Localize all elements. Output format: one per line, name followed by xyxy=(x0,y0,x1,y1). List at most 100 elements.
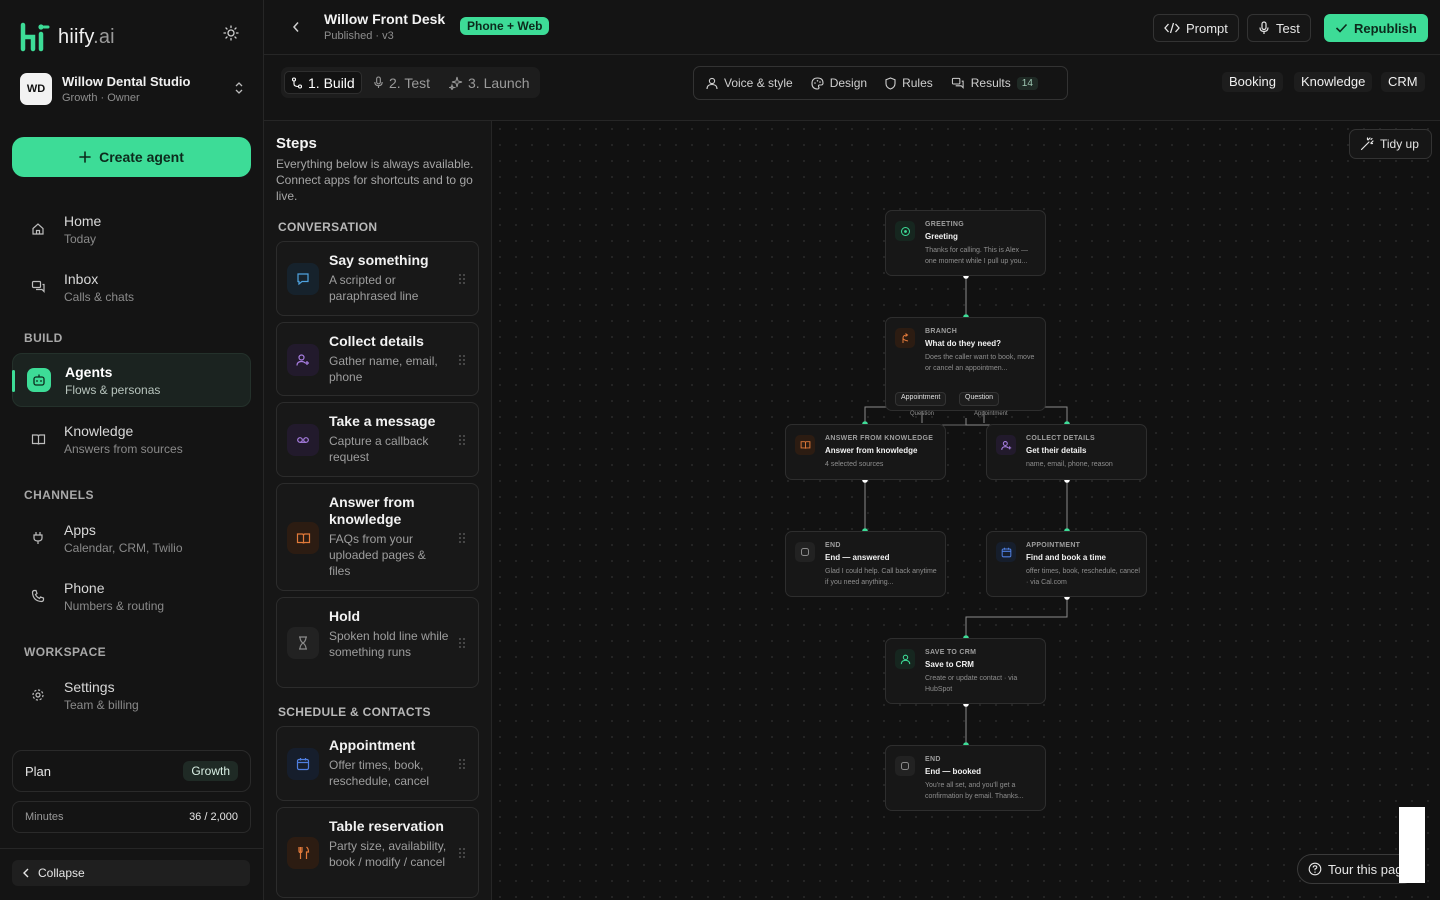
flow-node-collect-details[interactable]: COLLECT DETAILS Get their details name, … xyxy=(986,424,1147,480)
design-tab[interactable]: Design xyxy=(811,76,867,90)
calendar-icon xyxy=(287,748,319,780)
step-card-say-something[interactable]: Say something A scripted or paraphrased l… xyxy=(276,241,479,316)
sun-icon xyxy=(223,25,239,41)
sidebar-item-inbox[interactable]: Inbox Calls & chats xyxy=(12,260,251,314)
rules-tab[interactable]: Rules xyxy=(885,76,933,90)
brand-logo[interactable]: hiify.ai xyxy=(20,22,115,52)
rules-label: Rules xyxy=(902,76,933,90)
tag-knowledge[interactable]: Knowledge xyxy=(1294,72,1373,92)
step-card-appointment[interactable]: Appointment Offer times, book, reschedule… xyxy=(276,726,479,801)
overlay-panel-edge xyxy=(1399,807,1425,883)
sidebar-item-phone[interactable]: Phone Numbers & routing xyxy=(12,569,251,623)
node-desc: 4 selected sources xyxy=(825,461,884,468)
branch-option-appointment[interactable]: Appointment xyxy=(895,392,947,406)
workspace-avatar: WD xyxy=(20,73,52,105)
collapse-button[interactable]: Collapse xyxy=(12,860,250,886)
drag-handle-icon[interactable] xyxy=(458,847,466,859)
step-card-desc: Offer times, book, reschedule, cancel xyxy=(329,758,430,788)
sidebar-item-sub: Answers from sources xyxy=(64,441,183,456)
gear-icon xyxy=(26,683,50,707)
drag-handle-icon[interactable] xyxy=(458,758,466,770)
sidebar-item-home[interactable]: Home Today xyxy=(12,202,251,256)
republish-button[interactable]: Republish xyxy=(1324,14,1428,42)
node-title: End — booked xyxy=(925,767,981,776)
drag-handle-icon[interactable] xyxy=(458,532,466,544)
theme-toggle-button[interactable] xyxy=(220,22,242,44)
plan-card[interactable]: Plan Growth xyxy=(12,750,251,792)
user-icon xyxy=(706,77,718,89)
create-agent-button[interactable]: Create agent xyxy=(12,137,251,177)
results-count-badge: 14 xyxy=(1016,76,1038,90)
step-card-hold[interactable]: Hold Spoken hold line while something run… xyxy=(276,597,479,688)
step-card-title: Say something xyxy=(329,252,429,268)
step-test-tab[interactable]: 2. Test xyxy=(367,71,436,94)
back-button[interactable] xyxy=(288,18,304,36)
test-button[interactable]: Test xyxy=(1247,14,1311,42)
branch-icon xyxy=(895,328,915,348)
drag-handle-icon[interactable] xyxy=(458,434,466,446)
chat-icon xyxy=(26,275,50,299)
results-label: Results xyxy=(970,76,1011,90)
active-indicator xyxy=(12,370,15,392)
collapse-row: Collapse xyxy=(0,848,263,900)
drag-handle-icon[interactable] xyxy=(458,273,466,285)
sidebar-item-apps[interactable]: Apps Calendar, CRM, Twilio xyxy=(12,511,251,565)
robot-icon xyxy=(27,368,51,392)
step-card-collect-details[interactable]: Collect details Gather name, email, phone xyxy=(276,322,479,396)
step-card-title: Appointment xyxy=(329,737,416,753)
sidebar-item-label: Home xyxy=(64,212,102,229)
drag-handle-icon[interactable] xyxy=(458,637,466,649)
create-agent-label: Create agent xyxy=(99,149,184,165)
brand-name: hiify xyxy=(58,25,94,48)
step-card-take-message[interactable]: Take a message Capture a callback request xyxy=(276,402,479,477)
sidebar-item-settings[interactable]: Settings Team & billing xyxy=(12,668,251,722)
branch-option-question[interactable]: Question xyxy=(959,392,1000,406)
step-build-tab[interactable]: 1. Build xyxy=(284,71,362,94)
workspace-role: Growth · Owner xyxy=(62,92,140,104)
tag-booking[interactable]: Booking xyxy=(1222,72,1283,92)
stop-icon xyxy=(795,542,815,562)
results-tab[interactable]: Results 14 xyxy=(951,76,1038,90)
flow-node-end-answered[interactable]: END End — answered Glad I could help. Ca… xyxy=(785,531,946,597)
flow-node-end-booked[interactable]: END End — booked You're all set, and you… xyxy=(885,745,1046,811)
node-title: Greeting xyxy=(925,232,958,241)
prompt-label: Prompt xyxy=(1186,20,1228,36)
greeting-icon xyxy=(895,221,915,241)
sidebar-item-agents[interactable]: Agents Flows & personas xyxy=(12,353,251,407)
workspace-switcher[interactable]: WD Willow Dental Studio Growth · Owner xyxy=(20,70,250,108)
flow-node-save-crm[interactable]: SAVE TO CRM Save to CRM Create or update… xyxy=(885,638,1046,704)
sidebar-item-knowledge[interactable]: Knowledge Answers from sources xyxy=(12,412,251,466)
tag-crm[interactable]: CRM xyxy=(1381,72,1425,92)
palette-section-conversation: CONVERSATION xyxy=(278,220,378,234)
drag-handle-icon[interactable] xyxy=(458,354,466,366)
home-icon xyxy=(26,217,50,241)
sidebar-item-label: Knowledge xyxy=(64,422,134,439)
chevron-left-icon xyxy=(292,22,299,32)
flow-node-appointment[interactable]: APPOINTMENT Find and book a time offer t… xyxy=(986,531,1147,597)
step-launch-tab[interactable]: 3. Launch xyxy=(443,71,536,94)
agent-status: Published · v3 xyxy=(324,30,394,42)
sidebar-item-sub: Today xyxy=(64,231,97,246)
step-card-title: Collect details xyxy=(329,333,424,349)
step-card-desc: FAQs from your uploaded pages & files xyxy=(329,532,426,578)
chevron-updown-icon xyxy=(235,82,243,94)
flow-node-answer-knowledge[interactable]: ANSWER FROM KNOWLEDGE Answer from knowle… xyxy=(785,424,946,480)
minutes-label: Minutes xyxy=(25,811,64,823)
flow-node-greeting[interactable]: GREETING Greeting Thanks for calling. Th… xyxy=(885,210,1046,276)
voice-style-label: Voice & style xyxy=(724,76,793,90)
step-label: 2. Test xyxy=(389,74,430,91)
sidebar-item-sub: Team & billing xyxy=(64,697,139,712)
node-desc: Glad I could help. Call back anytime if … xyxy=(825,568,937,586)
flow-canvas[interactable]: Tidy up GREETING Greeting Thanks for cal… xyxy=(492,121,1440,900)
stop-icon xyxy=(895,756,915,776)
sidebar-item-label: Apps xyxy=(64,521,96,538)
step-card-table-reservation[interactable]: Table reservation Party size, availabilit… xyxy=(276,807,479,898)
brand-tld: .ai xyxy=(93,25,115,48)
node-title: End — answered xyxy=(825,553,890,562)
republish-label: Republish xyxy=(1354,20,1417,36)
step-card-desc: A scripted or paraphrased line xyxy=(329,273,419,303)
microphone-icon xyxy=(1259,21,1269,34)
voice-style-tab[interactable]: Voice & style xyxy=(706,76,793,90)
prompt-button[interactable]: Prompt xyxy=(1153,14,1239,42)
step-card-answer-knowledge[interactable]: Answer from knowledge FAQs from your uplo… xyxy=(276,483,479,591)
